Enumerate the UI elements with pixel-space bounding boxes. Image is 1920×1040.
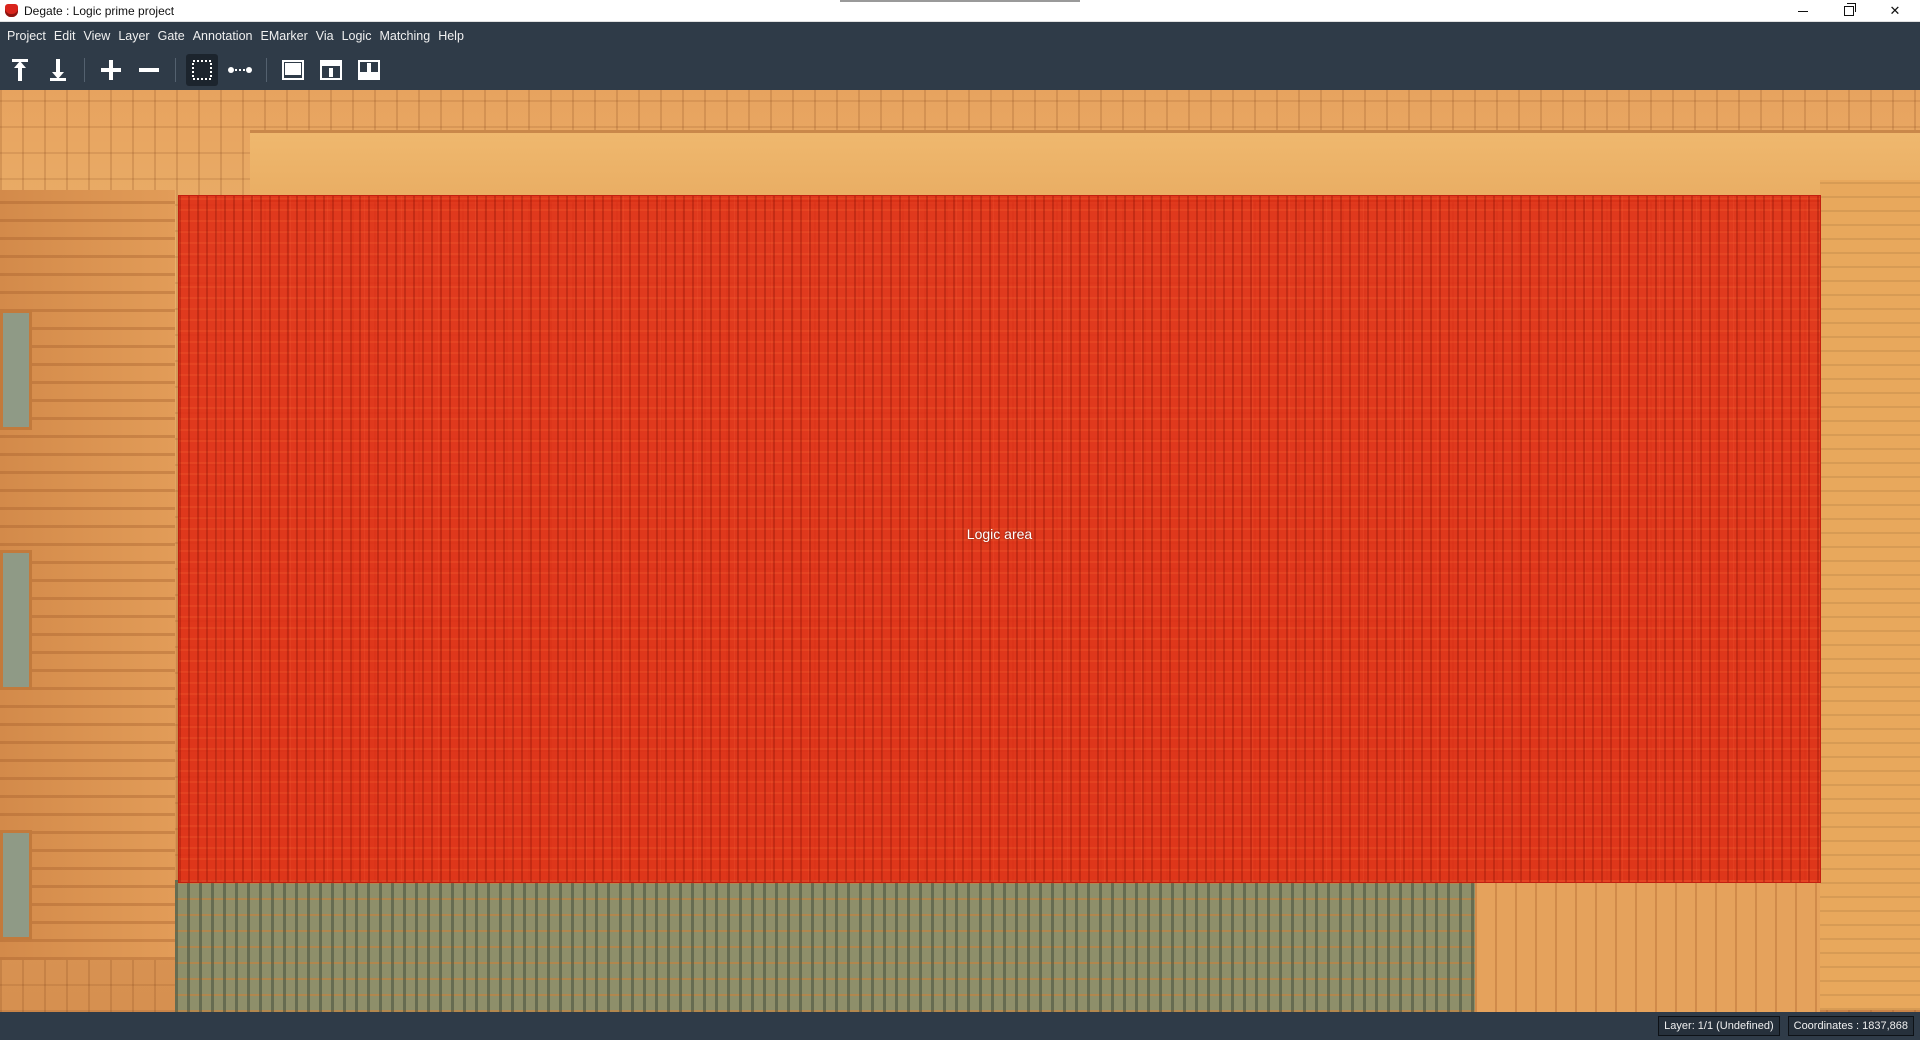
menu-edit[interactable]: Edit <box>50 22 80 50</box>
menu-help[interactable]: Help <box>434 22 468 50</box>
toolbar-separator <box>266 58 267 82</box>
toolbar <box>0 50 1920 90</box>
bottom-view-button[interactable] <box>353 54 385 86</box>
layer-status: Layer: 1/1 (Undefined) <box>1658 1016 1780 1036</box>
logic-area-label: Logic area <box>966 526 1033 542</box>
status-bar: Layer: 1/1 (Undefined) Coordinates : 183… <box>0 1012 1920 1040</box>
menu-gate[interactable]: Gate <box>154 22 189 50</box>
area-selection-button[interactable] <box>186 54 218 86</box>
top-view-icon <box>320 60 342 80</box>
window-title: Degate : Logic prime project <box>24 3 175 18</box>
die-left-cell <box>0 830 32 940</box>
die-bottom-circuit <box>175 880 1475 1012</box>
layer-up-icon <box>12 59 28 81</box>
coordinates-status: Coordinates : 1837,868 <box>1787 1016 1914 1036</box>
die-left-cell <box>0 310 32 430</box>
toolbar-separator <box>84 58 85 82</box>
background-view-button[interactable] <box>277 54 309 86</box>
zoom-out-button[interactable] <box>133 54 165 86</box>
die-canvas[interactable]: Logic area <box>0 90 1920 1012</box>
menu-layer[interactable]: Layer <box>114 22 153 50</box>
menu-annotation[interactable]: Annotation <box>189 22 257 50</box>
background-view-icon <box>282 60 304 80</box>
app-icon <box>5 4 18 17</box>
die-bottom-right-structure <box>1475 880 1820 1012</box>
layer-up-button[interactable] <box>4 54 36 86</box>
die-top-metal-band <box>250 130 1920 202</box>
layer-down-button[interactable] <box>42 54 74 86</box>
menu-logic[interactable]: Logic <box>338 22 376 50</box>
die-left-structure <box>0 190 175 960</box>
menu-via[interactable]: Via <box>312 22 338 50</box>
toolbar-separator <box>175 58 176 82</box>
close-icon: ✕ <box>1889 3 1901 18</box>
die-right-structure <box>1820 180 1920 1010</box>
zoom-in-button[interactable] <box>95 54 127 86</box>
bottom-view-icon <box>358 60 380 80</box>
layer-down-icon <box>50 59 66 81</box>
wire-tool-button[interactable] <box>224 54 256 86</box>
menu-emarker[interactable]: EMarker <box>257 22 312 50</box>
menu-view[interactable]: View <box>79 22 114 50</box>
zoom-out-icon <box>139 68 159 72</box>
zoom-in-icon <box>101 60 121 80</box>
maximize-button[interactable] <box>1826 0 1872 22</box>
title-drag-strip <box>840 0 1080 2</box>
menu-bar: Project Edit View Layer Gate Annotation … <box>0 22 1920 50</box>
minimize-button[interactable] <box>1780 0 1826 22</box>
die-left-cell <box>0 550 32 690</box>
menu-matching[interactable]: Matching <box>375 22 434 50</box>
close-button[interactable]: ✕ <box>1872 0 1918 22</box>
restore-icon <box>1844 3 1856 16</box>
logic-area-annotation[interactable]: Logic area <box>178 195 1821 883</box>
top-view-button[interactable] <box>315 54 347 86</box>
area-selection-icon <box>192 60 212 80</box>
wire-tool-icon <box>228 67 252 73</box>
minimize-icon <box>1798 10 1808 12</box>
menu-project[interactable]: Project <box>3 22 50 50</box>
title-bar: Degate : Logic prime project ✕ <box>0 0 1920 22</box>
